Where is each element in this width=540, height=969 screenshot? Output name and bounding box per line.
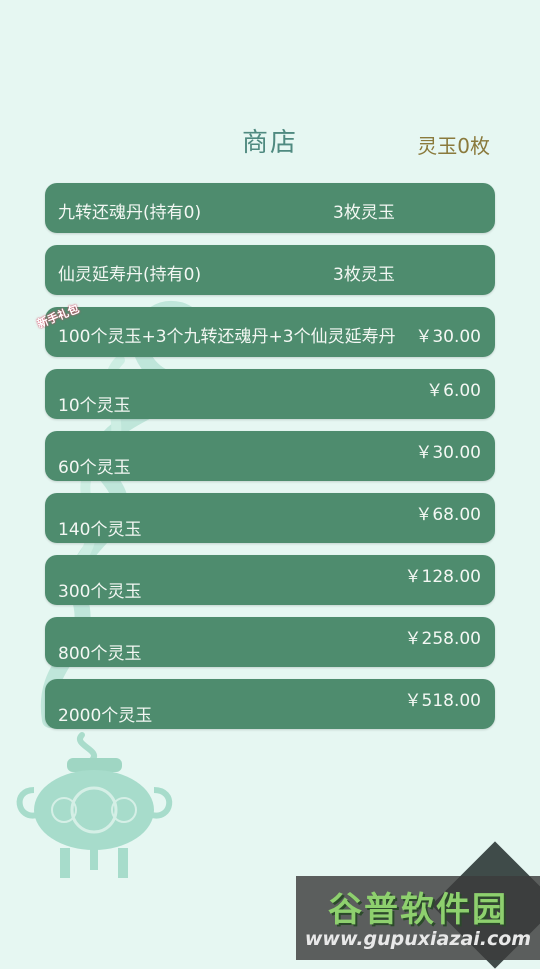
item-name: 10个灵玉 — [58, 396, 131, 416]
item-name: 800个灵玉 — [58, 644, 142, 664]
item-name: 2000个灵玉 — [58, 706, 153, 726]
item-price: 3枚灵玉 — [333, 203, 395, 223]
item-price: ￥30.00 — [415, 327, 481, 347]
shop-item-jade-2000[interactable]: 2000个灵玉 ￥518.00 — [45, 679, 495, 729]
shop-item-jade-10[interactable]: 10个灵玉 ￥6.00 — [45, 369, 495, 419]
incense-burner-icon — [16, 732, 173, 878]
watermark-title: 谷普软件园 — [328, 890, 508, 930]
item-price: ￥128.00 — [404, 567, 481, 587]
item-name: 60个灵玉 — [58, 458, 131, 478]
item-name: 100个灵玉+3个九转还魂丹+3个仙灵延寿丹 — [58, 327, 396, 347]
watermark-url: www.gupuxiazai.com — [304, 928, 532, 950]
watermark: 谷普软件园 www.gupuxiazai.com — [296, 876, 540, 960]
shop-item-starter-pack[interactable]: 新手礼包 100个灵玉+3个九转还魂丹+3个仙灵延寿丹 ￥30.00 — [35, 302, 495, 357]
item-name: 仙灵延寿丹(持有0) — [58, 265, 202, 285]
shop-item-revive-pill[interactable]: 九转还魂丹(持有0) 3枚灵玉 — [45, 183, 495, 233]
balance-label: 灵玉0枚 — [417, 134, 490, 158]
item-price: ￥30.00 — [415, 443, 481, 463]
item-price: ￥68.00 — [415, 505, 481, 525]
item-price: 3枚灵玉 — [333, 265, 395, 285]
item-name: 300个灵玉 — [58, 582, 142, 602]
shop-item-jade-300[interactable]: 300个灵玉 ￥128.00 — [45, 555, 495, 605]
item-price: ￥258.00 — [404, 629, 481, 649]
shop-list: 九转还魂丹(持有0) 3枚灵玉 仙灵延寿丹(持有0) 3枚灵玉 新手礼包 100… — [35, 183, 495, 741]
shop-item-jade-60[interactable]: 60个灵玉 ￥30.00 — [45, 431, 495, 481]
item-name: 140个灵玉 — [58, 520, 142, 540]
item-price: ￥6.00 — [426, 381, 481, 401]
shop-item-jade-800[interactable]: 800个灵玉 ￥258.00 — [45, 617, 495, 667]
shop-item-longevity-pill[interactable]: 仙灵延寿丹(持有0) 3枚灵玉 — [45, 245, 495, 295]
item-price: ￥518.00 — [404, 691, 481, 711]
item-name: 九转还魂丹(持有0) — [58, 203, 202, 223]
shop-item-jade-140[interactable]: 140个灵玉 ￥68.00 — [45, 493, 495, 543]
